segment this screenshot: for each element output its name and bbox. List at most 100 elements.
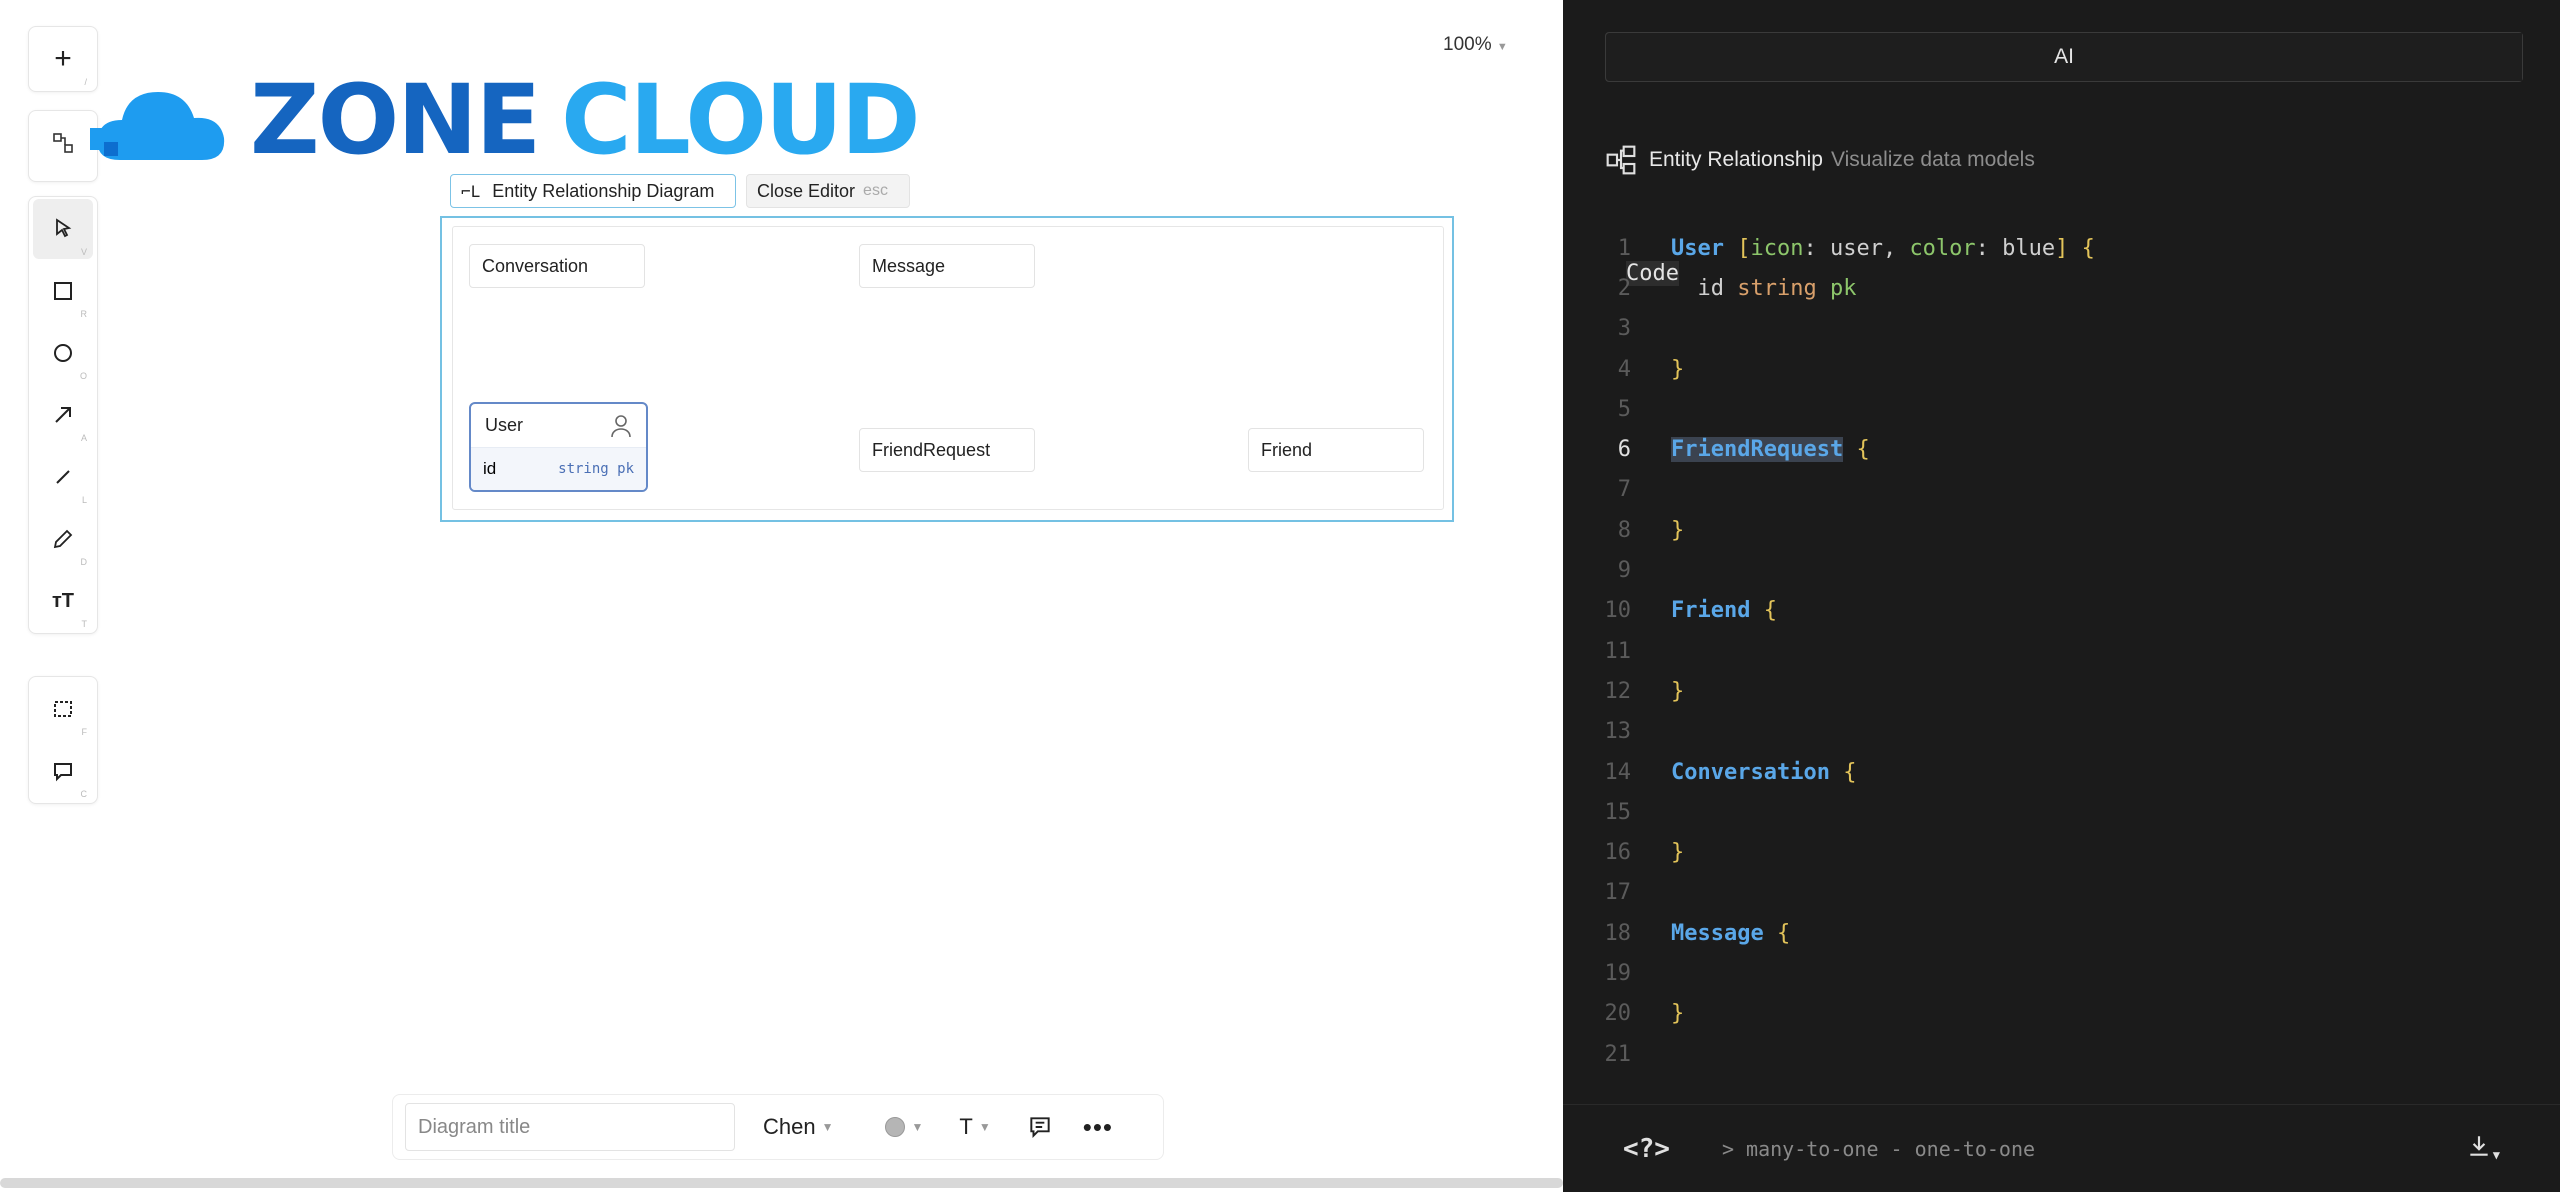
code-line[interactable]: 8}	[1583, 510, 2095, 550]
pencil-icon	[53, 529, 73, 549]
line-number: 1	[1617, 235, 1631, 261]
code-text: }	[1671, 356, 1685, 382]
code-line[interactable]: 12}	[1583, 671, 2095, 711]
code-line[interactable]: 3	[1583, 309, 2095, 349]
frame-icon	[54, 701, 72, 717]
panel-title: Entity Relationship	[1649, 148, 1823, 171]
ellipse-tool[interactable]: O	[33, 323, 93, 383]
tab-ai[interactable]: AI	[1606, 33, 2522, 81]
code-line[interactable]: 9	[1583, 550, 2095, 590]
line-number: 17	[1604, 880, 1632, 906]
code-line[interactable]: 13	[1583, 712, 2095, 752]
entity-friend[interactable]: Friend	[1248, 428, 1424, 472]
code-line[interactable]: 1 User [icon: user, color: blue] {	[1583, 228, 2095, 268]
code-line[interactable]: 21	[1583, 1034, 2095, 1074]
close-editor-button[interactable]: Close Editor esc	[746, 174, 910, 208]
line-tool[interactable]: L	[33, 447, 93, 507]
code-text: }	[1671, 840, 1685, 866]
code-line[interactable]: 14 Conversation {	[1583, 752, 2095, 792]
close-editor-shortcut: esc	[863, 182, 888, 199]
pencil-tool[interactable]: D	[33, 509, 93, 569]
code-line[interactable]: 10 Friend {	[1583, 591, 2095, 631]
code-text: Message {	[1671, 920, 1791, 946]
code-line[interactable]: 6 FriendRequest {	[1583, 429, 2095, 469]
text-style-select[interactable]: T ▼	[959, 1114, 990, 1140]
frame-tool[interactable]: F	[33, 679, 93, 739]
code-line[interactable]: 5	[1583, 389, 2095, 429]
more-button[interactable]: •••	[1083, 1112, 1113, 1143]
code-editor[interactable]: 1 User [icon: user, color: blue] {2 id st…	[1583, 228, 2095, 1074]
diagram-type-button[interactable]	[33, 113, 93, 173]
zoom-level: 100%	[1443, 34, 1492, 55]
notation-select[interactable]: Chen ▼	[763, 1114, 833, 1140]
chevron-down-icon: ▼	[2492, 1147, 2500, 1162]
entity-user[interactable]: User id string pk	[469, 402, 648, 492]
line-number: 5	[1617, 396, 1631, 422]
code-line[interactable]: 18 Message {	[1583, 913, 2095, 953]
code-line[interactable]: 4}	[1583, 349, 2095, 389]
code-line[interactable]: 7	[1583, 470, 2095, 510]
line-number: 16	[1604, 840, 1632, 866]
select-tool[interactable]: V	[33, 199, 93, 259]
code-panel: AI Code Entity Relationship Visualize da…	[1563, 0, 2560, 1192]
code-line[interactable]: 2 id string pk	[1583, 268, 2095, 308]
logo-word-cloud: CLOUD	[561, 64, 920, 176]
cursor-icon	[56, 218, 72, 238]
text-style-label: T	[959, 1114, 973, 1139]
rectangle-tool[interactable]: R	[33, 261, 93, 321]
syntax-hint: > many-to-one - one-to-one	[1721, 1136, 2036, 1161]
line-number: 15	[1604, 799, 1632, 825]
entity-conversation[interactable]: Conversation	[469, 244, 645, 288]
line-number: 4	[1617, 356, 1631, 382]
line-number: 10	[1604, 598, 1632, 624]
horizontal-scrollbar[interactable]	[0, 1178, 1563, 1188]
notation-label: Chen	[763, 1114, 816, 1139]
diagram-type-label: Entity Relationship Diagram	[492, 180, 715, 201]
close-editor-label: Close Editor	[757, 180, 856, 201]
line-number: 6	[1617, 437, 1631, 463]
line-number: 7	[1617, 477, 1631, 503]
diagram-title-input[interactable]	[405, 1103, 735, 1151]
diagram-canvas[interactable]: + / V R O A L D ᴛT T F C ZONE CLOUD 100% ▼ …	[0, 0, 1563, 1192]
field-name: id	[483, 459, 497, 478]
code-text: }	[1671, 1001, 1685, 1027]
arrow-icon	[55, 407, 71, 423]
code-line[interactable]: 20}	[1583, 994, 2095, 1034]
code-line[interactable]: 19	[1583, 953, 2095, 993]
download-button[interactable]: ▼	[2465, 1133, 2500, 1165]
line-number: 13	[1604, 719, 1632, 745]
code-text: Friend {	[1671, 598, 1777, 624]
circle-icon	[54, 344, 72, 362]
arrow-tool[interactable]: A	[33, 385, 93, 445]
code-text: id string pk	[1671, 275, 1857, 301]
comment-tool[interactable]: C	[33, 741, 93, 801]
code-line[interactable]: 11	[1583, 631, 2095, 671]
text-tool[interactable]: ᴛT T	[33, 571, 93, 631]
user-icon	[611, 414, 631, 437]
toolbar-shape-library	[28, 110, 98, 182]
rectangle-icon	[54, 282, 72, 300]
line-number: 20	[1604, 1001, 1632, 1027]
color-picker[interactable]: ▼	[885, 1117, 923, 1137]
line-icon	[56, 470, 70, 484]
toolbar-tools-group: V R O A L D ᴛT T	[28, 196, 98, 634]
zoom-control[interactable]: 100% ▼	[1443, 34, 1508, 56]
code-line[interactable]: 17	[1583, 873, 2095, 913]
line-number: 8	[1617, 517, 1631, 543]
diagram-type-chip[interactable]: ⌐L Entity Relationship Diagram	[450, 174, 736, 208]
code-line[interactable]: 16}	[1583, 832, 2095, 872]
text-icon: ᴛT	[51, 589, 74, 612]
syntax-help-button[interactable]: <?>	[1623, 1134, 1670, 1164]
entity-message[interactable]: Message	[859, 244, 1035, 288]
line-number: 11	[1604, 638, 1632, 664]
panel-subtitle: Visualize data models	[1830, 148, 2035, 171]
entity-friendrequest[interactable]: FriendRequest	[859, 428, 1035, 472]
add-button[interactable]: + /	[33, 29, 93, 89]
toolbar-top-group: + /	[28, 26, 98, 92]
entity-relationship-icon	[1606, 145, 1636, 175]
field-type: string pk	[558, 461, 634, 477]
plus-icon: +	[54, 42, 72, 75]
code-line[interactable]: 15	[1583, 792, 2095, 832]
comment-button[interactable]	[1027, 1114, 1053, 1140]
entity-name: Conversation	[482, 255, 589, 276]
